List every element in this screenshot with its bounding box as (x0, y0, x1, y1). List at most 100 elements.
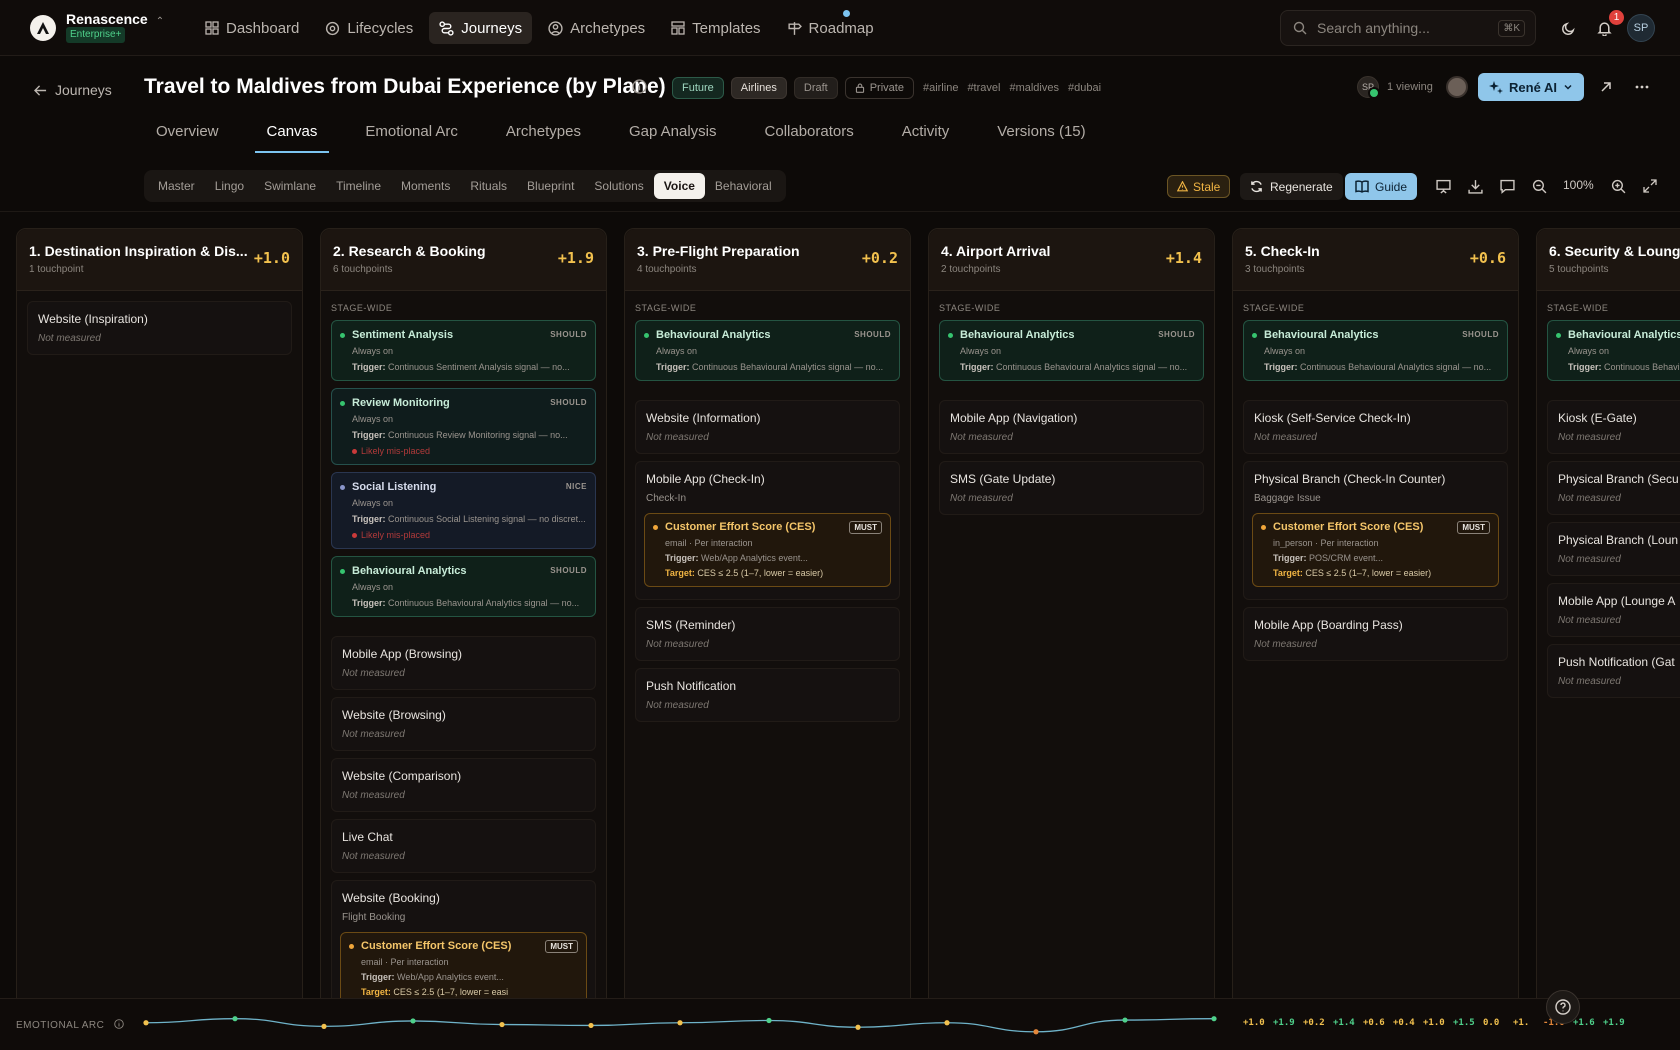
workspace-switcher[interactable]: Renascence Enterprise+ ⌃ (30, 12, 164, 43)
arc-point[interactable] (588, 1022, 594, 1029)
touchpoint-card[interactable]: Website (Information) Not measured (635, 400, 900, 454)
touchpoint-card[interactable]: Kiosk (Self-Service Check-In) Not measur… (1243, 400, 1508, 454)
ces-metric-card[interactable]: Customer Effort Score (CES) MUST email ·… (644, 513, 891, 587)
persona-avatar[interactable] (1446, 76, 1468, 98)
touchpoint-card[interactable]: SMS (Reminder) Not measured (635, 607, 900, 661)
zoom-in-icon[interactable] (1607, 175, 1629, 197)
download-icon[interactable] (1464, 175, 1486, 197)
touchpoint-card[interactable]: Website (Inspiration) Not measured (27, 301, 292, 355)
signal-card[interactable]: Behavioural Analytics SHOULD Always on T… (331, 556, 596, 617)
arc-point[interactable] (855, 1024, 861, 1030)
touchpoint-card[interactable]: Website (Comparison) Not measured (331, 758, 596, 812)
arc-point[interactable] (944, 1020, 950, 1026)
arc-point[interactable] (677, 1020, 683, 1026)
tab-gap-analysis[interactable]: Gap Analysis (617, 111, 729, 152)
tag[interactable]: #travel (967, 82, 1000, 94)
tab-canvas[interactable]: Canvas (254, 111, 330, 153)
view-moments[interactable]: Moments (391, 173, 460, 199)
stage-header[interactable]: 2. Research & Booking 6 touchpoints +1.9 (321, 229, 606, 291)
touchpoint-card[interactable]: Push Notification Not measured (635, 668, 900, 722)
journey-canvas[interactable]: 1. Destination Inspiration & Dis... 1 to… (0, 212, 1680, 998)
touchpoint-card[interactable]: Mobile App (Lounge A Not measured (1547, 583, 1680, 637)
nav-roadmap[interactable]: Roadmap (777, 12, 884, 44)
emotional-arc-strip[interactable]: EMOTIONAL ARC +1.0 +1.9 +0.2 +1.4 +0.6 +0.4 +1… (0, 998, 1680, 1050)
ces-metric-card[interactable]: Customer Effort Score (CES) MUST email ·… (340, 932, 587, 998)
tab-archetypes[interactable]: Archetypes (494, 111, 593, 152)
arc-point[interactable] (499, 1021, 505, 1028)
arc-point[interactable] (766, 1017, 772, 1024)
touchpoint-card[interactable]: SMS (Gate Update) Not measured (939, 461, 1204, 515)
touchpoint-card[interactable]: Mobile App (Navigation) Not measured (939, 400, 1204, 454)
touchpoint-card[interactable]: Physical Branch (Loun Not measured (1547, 522, 1680, 576)
signal-card[interactable]: Sentiment Analysis SHOULD Always on Trig… (331, 320, 596, 381)
theme-toggle-moon-icon[interactable] (1556, 16, 1580, 40)
view-timeline[interactable]: Timeline (326, 173, 391, 199)
touchpoint-card[interactable]: Physical Branch (Secu Not measured (1547, 461, 1680, 515)
stage-header[interactable]: 6. Security & Lounge 5 touchpoints (1537, 229, 1680, 291)
view-rituals[interactable]: Rituals (460, 173, 517, 199)
nav-dashboard[interactable]: Dashboard (195, 12, 309, 44)
tab-emotional-arc[interactable]: Emotional Arc (353, 111, 470, 152)
tab-versions[interactable]: Versions (15) (985, 111, 1097, 152)
signal-card[interactable]: Behavioural Analytics SHOULD Always on T… (635, 320, 900, 381)
status-chip-draft[interactable]: Draft (793, 77, 838, 99)
view-blueprint[interactable]: Blueprint (517, 173, 584, 199)
arc-point[interactable] (1122, 1017, 1128, 1023)
touchpoint-card[interactable]: Physical Branch (Check-In Counter) Bagga… (1243, 461, 1508, 600)
view-behavioral[interactable]: Behavioral (705, 173, 782, 199)
nav-templates[interactable]: Templates (661, 12, 770, 44)
touchpoint-card[interactable]: Mobile App (Check-In) Check-In Customer … (635, 461, 900, 600)
stale-badge[interactable]: Stale (1167, 175, 1231, 198)
guide-button[interactable]: Guide (1345, 173, 1418, 200)
stage-header[interactable]: 4. Airport Arrival 2 touchpoints +1.4 (929, 229, 1214, 291)
regenerate-button[interactable]: Regenerate (1240, 173, 1343, 200)
arc-point[interactable] (232, 1016, 238, 1022)
user-avatar[interactable]: SP (1627, 14, 1655, 42)
nav-archetypes[interactable]: Archetypes (538, 12, 655, 44)
tab-activity[interactable]: Activity (890, 111, 962, 152)
touchpoint-card[interactable]: Mobile App (Boarding Pass) Not measured (1243, 607, 1508, 661)
view-master[interactable]: Master (148, 173, 205, 199)
comment-icon[interactable] (1496, 175, 1518, 197)
visibility-chip[interactable]: Private (844, 77, 914, 99)
search-input[interactable]: Search anything... ⌘K (1280, 10, 1536, 46)
touchpoint-card[interactable]: Mobile App (Browsing) Not measured (331, 636, 596, 690)
more-options-icon[interactable] (1628, 73, 1656, 101)
touchpoint-card[interactable]: Website (Booking) Flight Booking Custome… (331, 880, 596, 998)
nav-lifecycles[interactable]: Lifecycles (315, 12, 423, 44)
signal-card[interactable]: Behavioural Analytics Always on Trigger:… (1547, 320, 1680, 381)
open-external-icon[interactable] (1592, 73, 1620, 101)
signal-card[interactable]: Behavioural Analytics SHOULD Always on T… (939, 320, 1204, 381)
signal-card[interactable]: Behavioural Analytics SHOULD Always on T… (1243, 320, 1508, 381)
tab-overview[interactable]: Overview (144, 111, 231, 152)
touchpoint-card[interactable]: Live Chat Not measured (331, 819, 596, 873)
fullscreen-icon[interactable] (1639, 175, 1661, 197)
touchpoint-card[interactable]: Push Notification (Gat Not measured (1547, 644, 1680, 698)
ces-metric-card[interactable]: Customer Effort Score (CES) MUST in_pers… (1252, 513, 1499, 587)
touchpoint-card[interactable]: Kiosk (E-Gate) Not measured (1547, 400, 1680, 454)
nav-journeys[interactable]: Journeys (429, 12, 533, 44)
status-chip-future[interactable]: Future (672, 77, 724, 99)
touchpoint-card[interactable]: Website (Browsing) Not measured (331, 697, 596, 751)
stage-header[interactable]: 3. Pre-Flight Preparation 4 touchpoints … (625, 229, 910, 291)
help-button[interactable] (1546, 990, 1580, 1024)
arc-point[interactable] (1033, 1029, 1039, 1035)
view-voice[interactable]: Voice (653, 173, 705, 199)
tab-collaborators[interactable]: Collaborators (753, 111, 866, 152)
zoom-out-icon[interactable] (1528, 175, 1550, 197)
signal-card[interactable]: Social Listening NICE Always on Trigger:… (331, 472, 596, 549)
info-icon[interactable] (632, 79, 647, 97)
tag[interactable]: #dubai (1068, 82, 1101, 94)
stage-header[interactable]: 5. Check-In 3 touchpoints +0.6 (1233, 229, 1518, 291)
industry-chip[interactable]: Airlines (730, 77, 787, 99)
arc-point[interactable] (410, 1018, 416, 1024)
back-to-journeys-link[interactable]: Journeys (34, 82, 112, 98)
tag[interactable]: #maldives (1009, 82, 1059, 94)
view-lingo[interactable]: Lingo (205, 173, 254, 199)
stage-header[interactable]: 1. Destination Inspiration & Dis... 1 to… (17, 229, 302, 291)
arc-point[interactable] (143, 1020, 149, 1026)
view-swimlane[interactable]: Swimlane (254, 173, 326, 199)
view-solutions[interactable]: Solutions (584, 173, 653, 199)
arc-point[interactable] (1211, 1016, 1217, 1022)
rene-ai-button[interactable]: René AI (1478, 73, 1584, 101)
